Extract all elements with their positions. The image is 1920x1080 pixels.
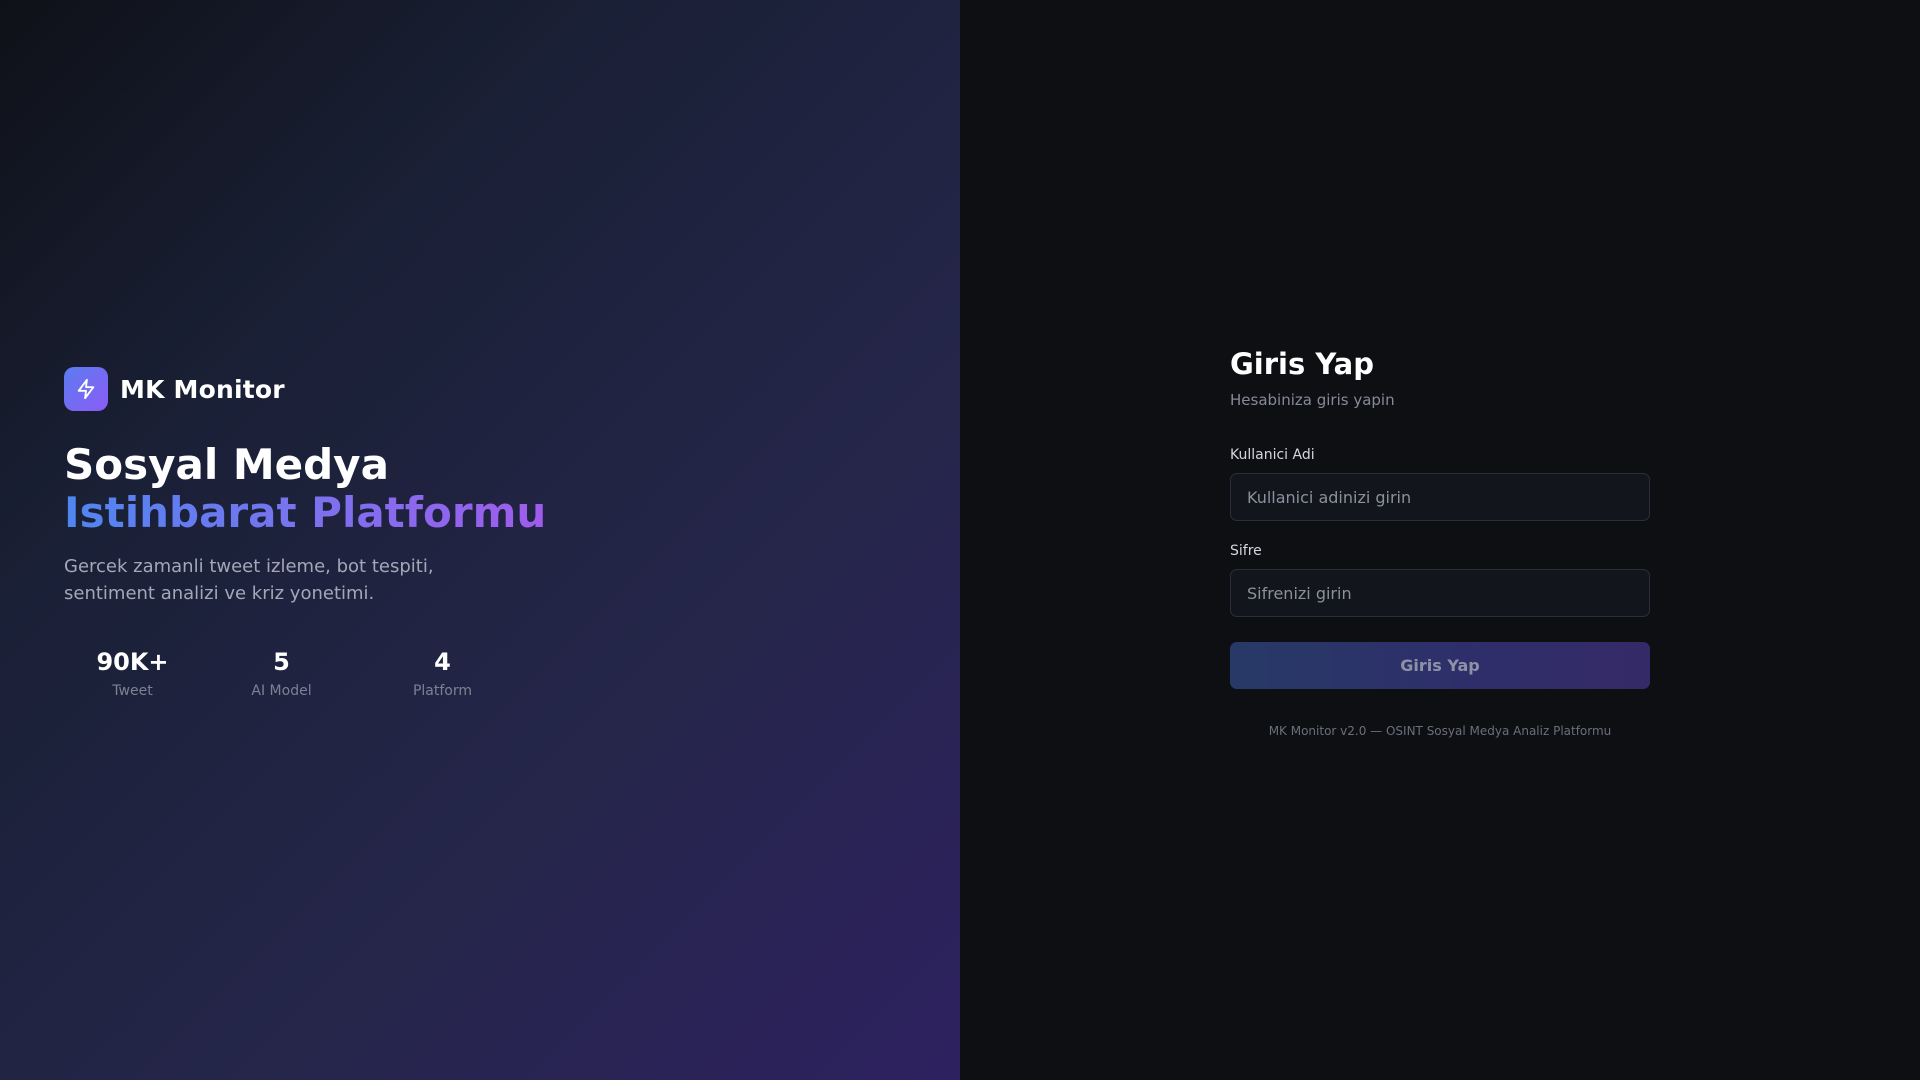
brand-name: MK Monitor [120, 374, 285, 404]
hero-headline: Sosyal Medya Istihbarat Platformu [64, 441, 764, 537]
password-input[interactable] [1230, 569, 1650, 617]
stat-value: 90K+ [96, 648, 169, 676]
hero-panel: MK Monitor Sosyal Medya Istihbarat Platf… [0, 0, 960, 1080]
login-form: Giris Yap Hesabiniza giris yapin Kullani… [1230, 345, 1650, 738]
stat-platform: 4 Platform [362, 647, 523, 699]
username-input[interactable] [1230, 473, 1650, 521]
brand: MK Monitor [64, 367, 764, 411]
stat-value: 5 [273, 648, 290, 676]
stat-label: AI Model [251, 683, 312, 699]
stat-ai-model: 5 AI Model [201, 647, 362, 699]
lightning-bolt-icon [64, 367, 108, 411]
login-page: MK Monitor Sosyal Medya Istihbarat Platf… [0, 0, 1920, 1080]
login-subtitle: Hesabiniza giris yapin [1230, 391, 1395, 409]
version-footer: MK Monitor v2.0 — OSINT Sosyal Medya Ana… [1268, 724, 1612, 738]
stat-tweet: 90K+ Tweet [64, 647, 201, 699]
hero-content: MK Monitor Sosyal Medya Istihbarat Platf… [64, 367, 764, 699]
login-title: Giris Yap [1230, 347, 1375, 381]
hero-description: Gercek zamanli tweet izleme, bot tespiti… [64, 556, 434, 604]
headline-line-2: Istihbarat Platformu [64, 488, 547, 537]
login-submit-button[interactable]: Giris Yap [1230, 642, 1650, 689]
password-field-group: Sifre [1230, 543, 1650, 617]
username-field-group: Kullanici Adi [1230, 447, 1650, 521]
stats-row: 90K+ Tweet 5 AI Model 4 Platform [64, 647, 764, 699]
stat-label: Tweet [112, 683, 153, 699]
stat-label: Platform [412, 683, 473, 699]
password-label: Sifre [1230, 543, 1262, 559]
login-panel: Giris Yap Hesabiniza giris yapin Kullani… [960, 0, 1920, 1080]
stat-value: 4 [434, 648, 451, 676]
username-label: Kullanici Adi [1230, 447, 1315, 463]
headline-line-1: Sosyal Medya [64, 440, 389, 489]
